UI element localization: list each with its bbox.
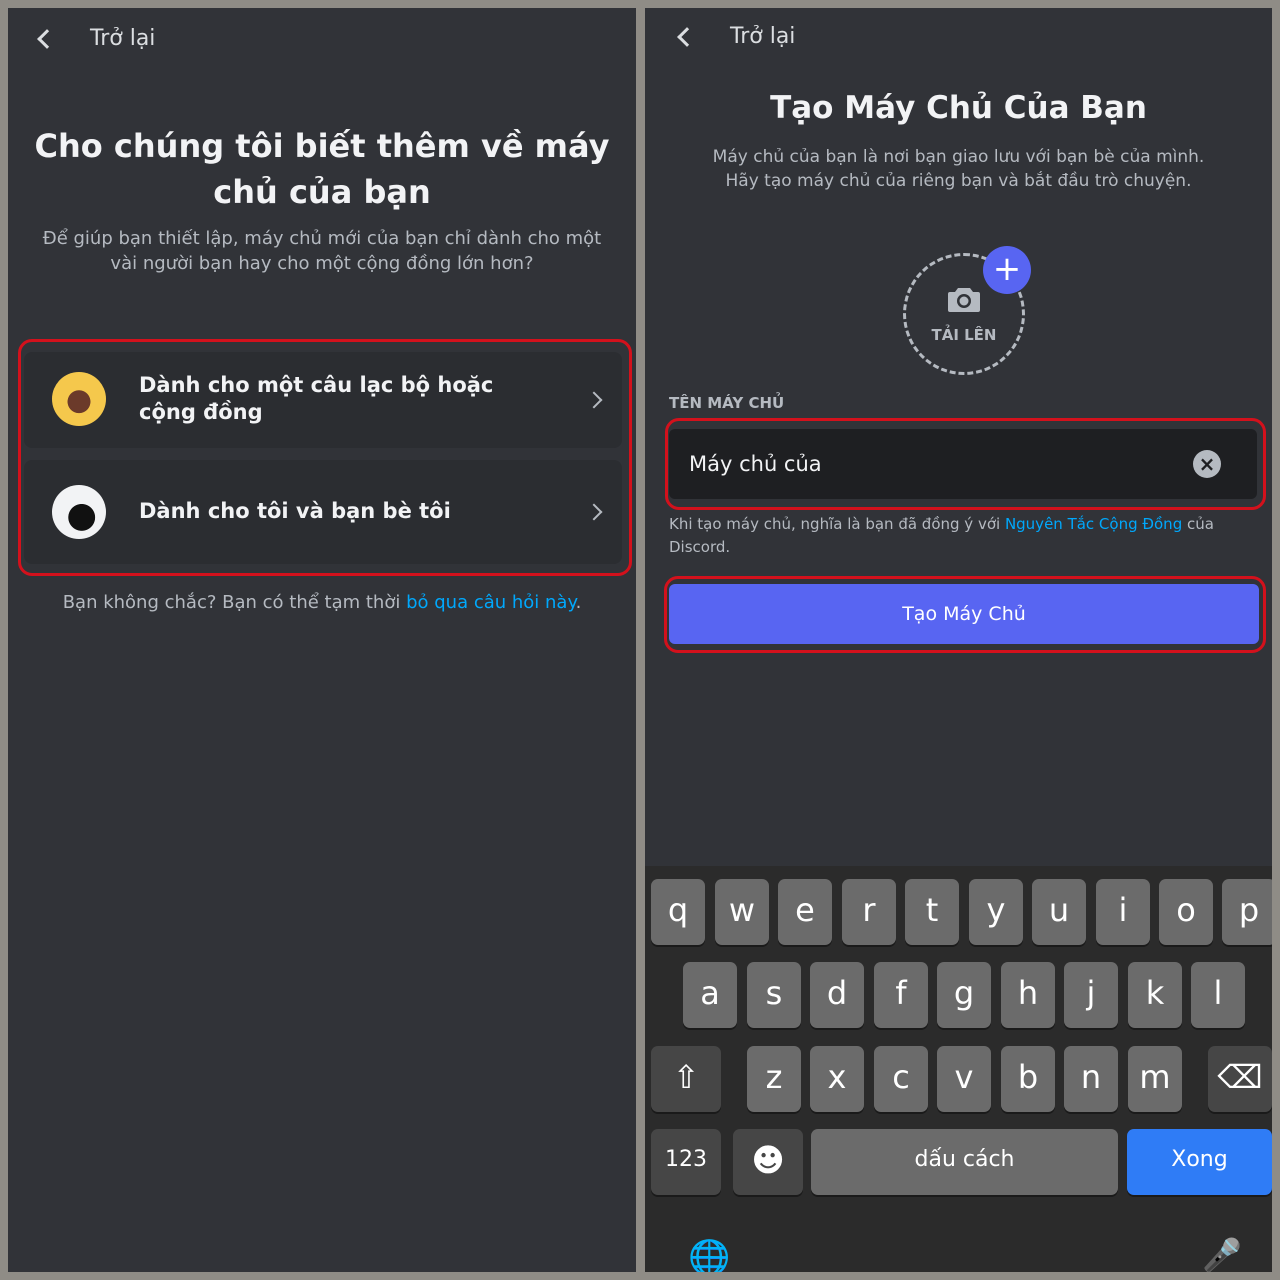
globe-icon[interactable]: 🌐 [688,1238,730,1272]
key-c[interactable]: c [874,1046,928,1112]
skip-text: Bạn không chắc? Bạn có thể tạm thời bỏ q… [28,590,616,615]
key-s[interactable]: s [747,962,801,1028]
key-v[interactable]: v [937,1046,991,1112]
shift-key[interactable]: ⇧ [651,1046,721,1112]
key-u[interactable]: u [1032,879,1086,945]
terms-text: Khi tạo máy chủ, nghĩa là bạn đã đồng ý … [669,513,1239,560]
key-m[interactable]: m [1128,1046,1182,1112]
page-subtitle: Máy chủ của bạn là nơi bạn giao lưu với … [712,147,1205,191]
community-guidelines-link[interactable]: Nguyên Tắc Cộng Đồng [1005,515,1182,533]
key-w[interactable]: w [715,879,769,945]
skip-suffix: . [575,592,582,613]
key-y[interactable]: y [969,879,1023,945]
key-p[interactable]: p [1222,879,1272,945]
skip-prefix: Bạn không chắc? Bạn có thể tạm thời [62,592,407,613]
key-g[interactable]: g [937,962,991,1028]
back-button[interactable]: Trở lại [677,24,796,49]
chevron-left-icon [677,26,697,47]
key-i[interactable]: i [1096,879,1150,945]
add-icon-button[interactable]: + [983,246,1031,294]
key-a[interactable]: a [683,962,737,1028]
terms-prefix: Khi tạo máy chủ, nghĩa là bạn đã đồng ý … [669,515,1005,533]
key-o[interactable]: o [1159,879,1213,945]
key-h[interactable]: h [1001,962,1055,1028]
key-d[interactable]: d [810,962,864,1028]
highlight-box [18,339,632,576]
key-j[interactable]: j [1064,962,1118,1028]
done-key[interactable]: Xong [1127,1129,1272,1195]
key-k[interactable]: k [1128,962,1182,1028]
microphone-icon[interactable]: 🎤 [1202,1236,1242,1272]
space-key[interactable]: dấu cách [811,1129,1118,1195]
key-f[interactable]: f [874,962,928,1028]
upload-label: TẢI LÊN [931,326,997,344]
key-b[interactable]: b [1001,1046,1055,1112]
back-button[interactable]: Trở lại [37,26,156,51]
field-label: TÊN MÁY CHỦ [669,394,785,412]
camera-icon [948,288,980,312]
left-screen: Trở lại Cho chúng tôi biết thêm về máy c… [8,8,636,1272]
key-n[interactable]: n [1064,1046,1118,1112]
skip-link[interactable]: bỏ qua câu hỏi này [406,592,575,613]
key-z[interactable]: z [747,1046,801,1112]
highlight-box [664,576,1266,653]
numbers-key[interactable]: 123 [651,1129,721,1195]
page-title: Cho chúng tôi biết thêm về máy chủ của b… [34,127,610,211]
page-title: Tạo Máy Chủ Của Bạn [770,90,1147,126]
key-t[interactable]: t [905,879,959,945]
right-screen: Trở lại Tạo Máy Chủ Của Bạn Máy chủ của … [645,8,1272,1272]
key-l[interactable]: l [1191,962,1245,1028]
key-r[interactable]: r [842,879,896,945]
key-e[interactable]: e [778,879,832,945]
back-label: Trở lại [90,26,156,51]
key-q[interactable]: q [651,879,705,945]
chevron-left-icon [37,28,57,49]
key-x[interactable]: x [810,1046,864,1112]
backspace-key[interactable]: ⌫ [1208,1046,1272,1112]
page-subtitle: Để giúp bạn thiết lập, máy chủ mới của b… [42,228,602,275]
highlight-box [665,418,1266,510]
keyboard: q w e r t y u i o p a s d f g h j k l ⇧ … [645,866,1272,1272]
emoji-key[interactable]: ☻ [733,1129,803,1195]
back-label: Trở lại [730,24,796,49]
